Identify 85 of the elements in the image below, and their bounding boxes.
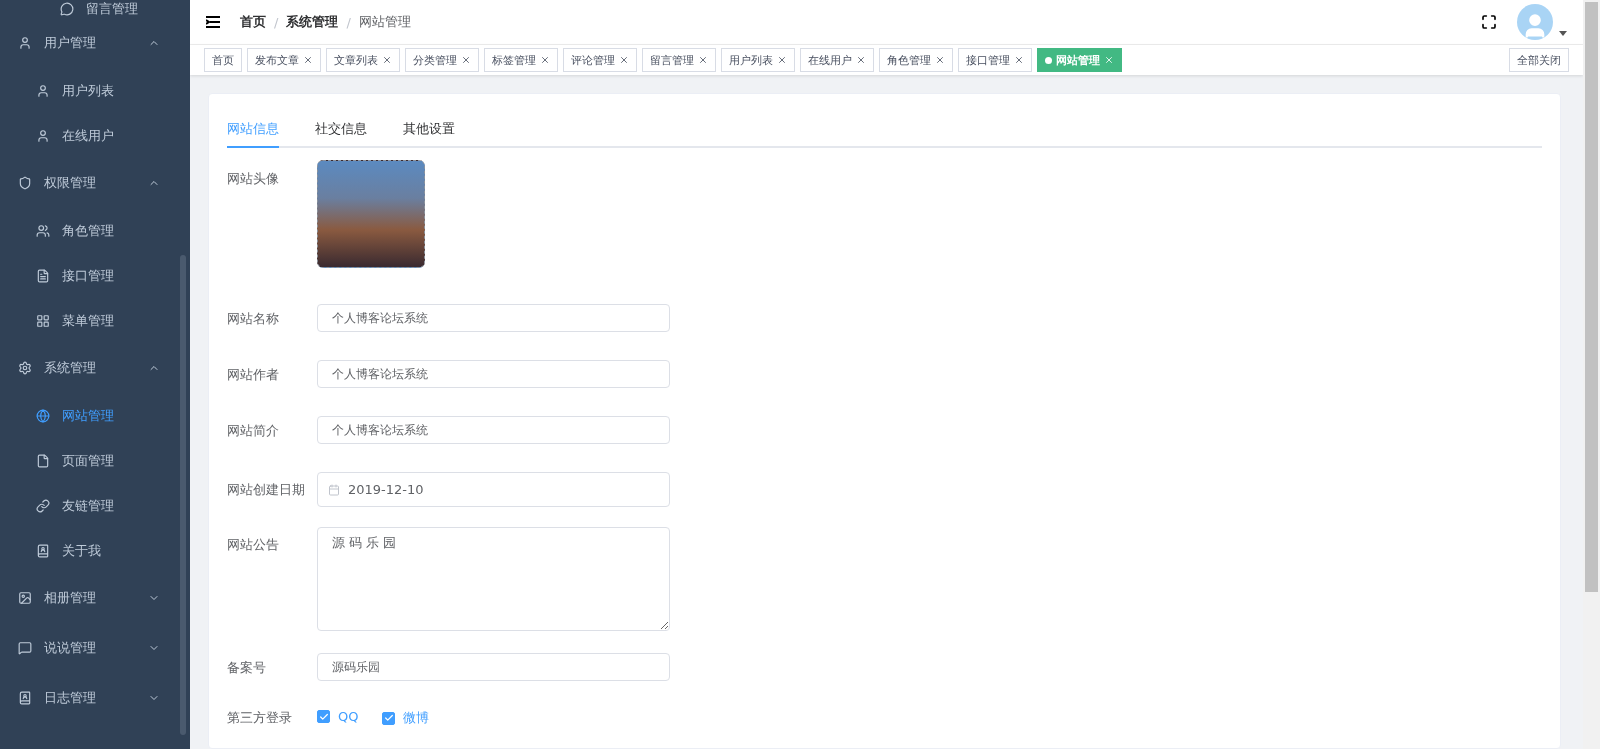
photo-placeholder[interactable] <box>317 160 425 268</box>
tag[interactable]: 在线用户 <box>800 48 874 72</box>
text-input[interactable]: 源码乐园 <box>317 653 670 681</box>
field-label: 网站头像 <box>227 170 280 188</box>
document-icon <box>36 268 50 283</box>
user-icon <box>18 36 32 50</box>
close-icon[interactable] <box>698 55 708 65</box>
breadcrumb-separator: / <box>346 14 351 30</box>
checkbox[interactable] <box>382 711 396 725</box>
calendar-icon <box>328 483 340 496</box>
settings-icon <box>18 361 32 375</box>
dot-icon <box>1045 56 1052 64</box>
text-input[interactable]: 个人博客论坛系统 <box>317 304 670 332</box>
sidebar-item[interactable]: 页面管理 <box>0 438 190 483</box>
close-all-button[interactable]: 全部关闭 <box>1509 48 1569 72</box>
close-icon[interactable] <box>461 55 471 65</box>
checkbox[interactable] <box>317 710 330 723</box>
chat-icon <box>18 641 32 655</box>
image-icon <box>18 591 32 605</box>
sidebar-item[interactable]: 关于我 <box>0 528 190 573</box>
field-label: 第三方登录 <box>227 709 293 727</box>
users-icon <box>36 223 50 238</box>
sidebar-item[interactable]: 角色管理 <box>0 208 190 253</box>
sidebar-item[interactable]: 日志管理 <box>0 673 190 723</box>
tab[interactable]: 社交信息 <box>315 114 367 148</box>
fullscreen-icon[interactable] <box>1481 14 1497 30</box>
sidebar-item[interactable]: 用户列表 <box>0 68 190 113</box>
close-icon[interactable] <box>856 55 866 65</box>
tag[interactable]: 评论管理 <box>563 48 637 72</box>
tag[interactable]: 标签管理 <box>484 48 558 72</box>
breadcrumb-item: 网站管理 <box>358 13 411 31</box>
sidebar-item[interactable]: 权限管理 <box>0 158 190 208</box>
tag[interactable]: 角色管理 <box>879 48 953 72</box>
field-label: 网站作者 <box>227 366 280 384</box>
breadcrumb-item[interactable]: 首页 <box>240 13 266 31</box>
tag[interactable]: 接口管理 <box>958 48 1032 72</box>
close-icon[interactable] <box>540 55 550 65</box>
menu-icon[interactable] <box>206 16 220 28</box>
user-icon <box>36 83 50 98</box>
sidebar-item[interactable]: 网站管理 <box>0 393 190 438</box>
sidebar-item[interactable]: 留言管理 <box>0 0 190 18</box>
field-label: 网站创建日期 <box>227 481 306 499</box>
close-icon[interactable] <box>1014 55 1024 65</box>
caret-icon[interactable] <box>1559 30 1567 36</box>
field-label: 备案号 <box>227 659 267 677</box>
sidebar-scrollbar[interactable] <box>180 255 186 735</box>
sidebar-item[interactable]: 说说管理 <box>0 623 190 673</box>
close-icon[interactable] <box>619 55 629 65</box>
sidebar-item[interactable]: 系统管理 <box>0 343 190 393</box>
tag[interactable]: 发布文章 <box>247 48 321 72</box>
tab[interactable]: 其他设置 <box>403 114 455 148</box>
sidebar-item[interactable]: 用户管理 <box>0 18 190 68</box>
file-icon <box>36 453 50 468</box>
text-input[interactable]: 个人博客论坛系统 <box>317 416 670 444</box>
close-icon[interactable] <box>382 55 392 65</box>
book-icon <box>18 691 32 705</box>
textarea-field[interactable]: 源 码 乐 园 <box>317 527 670 631</box>
text-input[interactable]: 个人博客论坛系统 <box>317 360 670 388</box>
close-icon[interactable] <box>303 55 313 65</box>
breadcrumb-item[interactable]: 系统管理 <box>286 13 339 31</box>
sidebar-item[interactable]: 在线用户 <box>0 113 190 158</box>
message-icon <box>60 2 74 16</box>
tag[interactable]: 文章列表 <box>326 48 400 72</box>
sidebar-item[interactable]: 相册管理 <box>0 573 190 623</box>
page-scrollbar[interactable] <box>1583 0 1600 749</box>
tag[interactable]: 用户列表 <box>721 48 795 72</box>
grid-icon <box>36 313 50 328</box>
field-label: 网站简介 <box>227 422 280 440</box>
user-icon <box>36 128 50 143</box>
sidebar-item[interactable]: 菜单管理 <box>0 298 190 343</box>
tag[interactable]: 首页 <box>204 48 242 72</box>
shield-icon <box>18 176 32 190</box>
link-icon <box>36 498 50 513</box>
field-label: 网站名称 <box>227 310 280 328</box>
close-icon[interactable] <box>777 55 787 65</box>
date-field[interactable]: 2019-12-10 <box>317 472 670 507</box>
field-label: 网站公告 <box>227 536 280 554</box>
book-icon <box>36 543 50 558</box>
breadcrumb-separator: / <box>274 14 279 30</box>
close-icon[interactable] <box>935 55 945 65</box>
tag[interactable]: 分类管理 <box>405 48 479 72</box>
globe-icon <box>36 408 50 423</box>
sidebar-item[interactable]: 友链管理 <box>0 483 190 528</box>
sidebar-item[interactable]: 接口管理 <box>0 253 190 298</box>
tag[interactable]: 留言管理 <box>642 48 716 72</box>
